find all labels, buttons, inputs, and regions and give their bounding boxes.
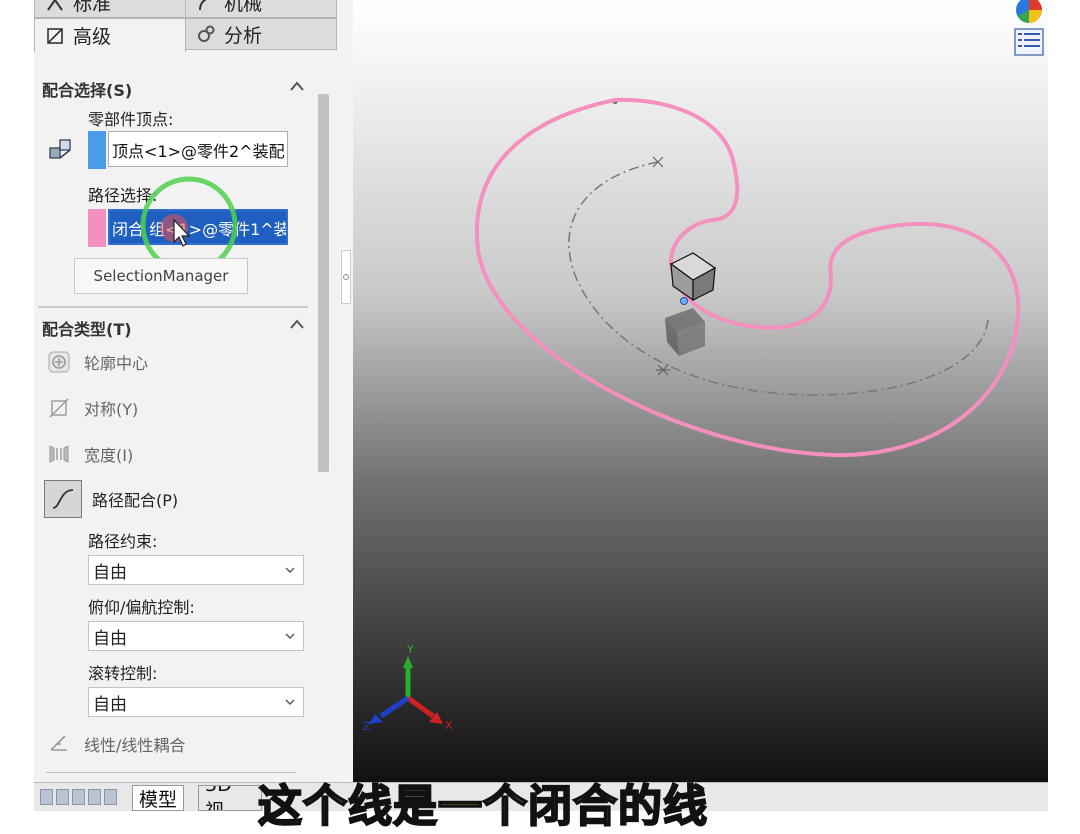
section-title-mate-type: 配合类型(T): [42, 320, 132, 339]
cube-shadow: [665, 308, 705, 356]
panel-splitter[interactable]: [339, 0, 353, 782]
pitch-yaw-dropdown[interactable]: 自由: [88, 621, 304, 651]
triad-x-label: X: [445, 719, 453, 732]
model-scene: Y X Z: [363, 97, 1021, 733]
section-title-mate-selection: 配合选择(S): [42, 81, 133, 100]
advanced-mates-icon: [47, 27, 63, 44]
mate-linear-coupler[interactable]: 线性/线性耦合: [44, 726, 185, 762]
mate-width[interactable]: 宽度(I): [44, 436, 133, 472]
cube-part[interactable]: [669, 252, 717, 302]
tab-standard[interactable]: 标准: [34, 0, 186, 18]
collapse-chevron-icon[interactable]: [289, 318, 305, 330]
profile-center-icon: [44, 347, 74, 377]
arc-center-marker: [656, 364, 670, 376]
mate-symmetric[interactable]: 对称(Y): [44, 390, 138, 426]
triad-y-label: Y: [406, 643, 414, 656]
appearance-ball-icon[interactable]: [1014, 0, 1044, 24]
mechanical-mates-icon: [199, 0, 207, 11]
section-divider: [38, 306, 308, 308]
standard-mates-icon: [47, 0, 63, 11]
tab-model[interactable]: 模型: [132, 785, 185, 811]
selected-vertex[interactable]: [680, 297, 688, 305]
panel-scrollbar-thumb[interactable]: [318, 94, 329, 472]
mate-item-label: 轮廓中心: [84, 354, 149, 373]
tab-mechanical[interactable]: 机械: [185, 0, 337, 18]
mate-item-label: 线性/线性耦合: [84, 736, 186, 755]
window-edge: [1048, 0, 1080, 810]
tab-advanced[interactable]: 高级: [34, 18, 186, 52]
chevron-down-icon: [285, 633, 295, 639]
vertex-selection-field[interactable]: 顶点<1>@零件2^装配: [108, 131, 288, 167]
next-tab-nav-icon[interactable]: [72, 789, 85, 805]
orientation-triad: Y X Z: [363, 643, 453, 733]
linear-coupler-icon: [44, 729, 74, 759]
first-tab-nav-icon[interactable]: [40, 789, 53, 805]
mate-item-label: 路径配合(P): [92, 491, 179, 510]
last-tab-nav-icon[interactable]: [88, 789, 101, 805]
roll-control-dropdown[interactable]: 自由: [88, 687, 304, 717]
property-manager-panel: 标准 机械 高级 分析 配合选择(S) 零部件顶点: 顶点<1>@零件2^装配 …: [34, 0, 340, 782]
roll-control-label: 滚转控制:: [88, 664, 158, 683]
analysis-gears-icon: [198, 25, 215, 42]
collapse-chevron-icon[interactable]: [289, 80, 305, 92]
pitch-yaw-label: 俯仰/偏航控制:: [88, 598, 195, 617]
tab-analysis[interactable]: 分析: [185, 18, 337, 50]
mate-path[interactable]: 路径配合(P): [44, 480, 179, 518]
mate-item-label: 对称(Y): [84, 400, 139, 419]
vertex-color-swatch: [88, 131, 106, 169]
display-pane-icon[interactable]: [1014, 28, 1044, 56]
graphics-viewport[interactable]: Y X Z: [353, 0, 1048, 782]
vertex-label: 零部件顶点:: [88, 110, 174, 129]
symmetric-icon: [44, 393, 74, 423]
construction-arc: [568, 161, 989, 396]
mate-profile-center[interactable]: 轮廓中心: [44, 344, 148, 380]
video-caption: 这个线是一个闭合的线: [257, 780, 708, 833]
path-constraint-dropdown[interactable]: 自由: [88, 555, 304, 585]
path-constraint-label: 路径约束:: [88, 532, 158, 551]
tab-scroll-icon[interactable]: [104, 789, 117, 805]
tab-3d-views[interactable]: 3D 视: [198, 785, 262, 811]
width-icon: [44, 439, 74, 469]
component-vertex-icon: [49, 139, 71, 159]
path-color-swatch: [88, 209, 106, 247]
selection-manager-button[interactable]: SelectionManager: [74, 258, 248, 294]
chevron-down-icon: [285, 699, 295, 705]
splitter-handle[interactable]: [341, 250, 351, 304]
prev-tab-nav-icon[interactable]: [56, 789, 69, 805]
closed-path-curve[interactable]: [474, 97, 1021, 458]
chevron-down-icon: [285, 567, 295, 573]
path-mate-icon: [44, 480, 82, 518]
triad-z-label: Z: [363, 720, 371, 733]
mate-item-label: 宽度(I): [84, 446, 134, 465]
